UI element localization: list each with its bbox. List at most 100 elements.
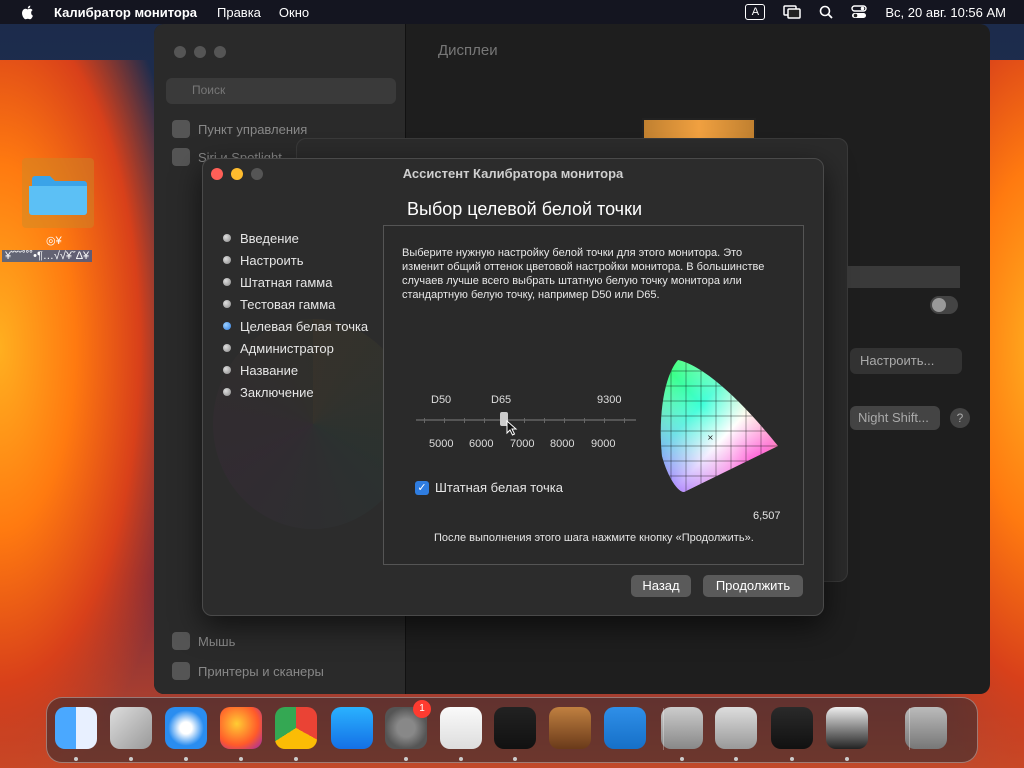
mouse-pointer-icon bbox=[506, 420, 518, 436]
dock bbox=[46, 697, 978, 763]
system-settings-badge: 1 bbox=[413, 700, 431, 718]
step-dot-icon bbox=[223, 256, 231, 264]
content-panel: Выберите нужную настройку белой точки дл… bbox=[383, 225, 804, 565]
trash-icon[interactable] bbox=[905, 707, 947, 749]
textedit-icon[interactable] bbox=[440, 707, 482, 749]
step-label: Тестовая гамма bbox=[240, 296, 336, 312]
activity-monitor-icon[interactable] bbox=[771, 707, 813, 749]
sidebar-item-label: Мышь bbox=[198, 633, 236, 649]
menu-clock[interactable]: Вс, 20 авг. 10:56 AM bbox=[885, 5, 1006, 20]
chromaticity-diagram: × bbox=[660, 360, 778, 492]
screen-mirroring-icon[interactable] bbox=[783, 5, 802, 19]
control-center-icon bbox=[172, 120, 190, 138]
menu-edit[interactable]: Правка bbox=[217, 5, 261, 20]
sidebar-item-mouse[interactable]: Мышь bbox=[172, 632, 235, 650]
step-label: Штатная гамма bbox=[240, 274, 333, 290]
chrome-icon[interactable] bbox=[275, 707, 317, 749]
active-step-dot-icon bbox=[223, 322, 231, 330]
step-item: Администратор bbox=[223, 337, 368, 359]
svg-text:×: × bbox=[707, 433, 714, 442]
settings-search-input[interactable]: Поиск bbox=[166, 78, 396, 104]
launchpad-icon[interactable] bbox=[110, 707, 152, 749]
slider-tick bbox=[464, 418, 465, 423]
step-title: Выбор целевой белой точки bbox=[407, 199, 642, 219]
input-source-indicator[interactable]: A bbox=[745, 4, 766, 20]
running-indicator bbox=[734, 757, 738, 761]
printer-icon bbox=[172, 662, 190, 680]
running-indicator bbox=[184, 757, 188, 761]
step-label: Настроить bbox=[240, 252, 304, 268]
vscode-icon[interactable] bbox=[604, 707, 646, 749]
finder-icon[interactable] bbox=[55, 707, 97, 749]
display-thumbnail[interactable] bbox=[642, 118, 756, 140]
help-button[interactable]: ? bbox=[950, 408, 970, 428]
native-white-point-label: Штатная белая точка bbox=[435, 480, 563, 495]
menu-app-name[interactable]: Калибратор монитора bbox=[54, 5, 197, 20]
step-label: Введение bbox=[240, 230, 299, 246]
desktop-folder-label-2: ¥˘˘˘˚˚˚•¶…√√¥ˇΔ¥ bbox=[2, 250, 93, 262]
back-button[interactable]: Назад bbox=[631, 575, 691, 597]
running-indicator bbox=[680, 757, 684, 761]
desktop-folder-label-1: ◎¥ bbox=[46, 235, 62, 247]
step-label: Заключение bbox=[240, 384, 314, 400]
continue-button[interactable]: Продолжить bbox=[703, 575, 803, 597]
menu-window[interactable]: Окно bbox=[279, 5, 309, 20]
night-shift-button[interactable]: Night Shift... bbox=[850, 406, 940, 430]
step-label: Администратор bbox=[240, 340, 334, 356]
running-indicator bbox=[790, 757, 794, 761]
spotlight-search-icon[interactable] bbox=[819, 5, 834, 19]
calibrator-titlebar: Ассистент Калибратора монитора bbox=[203, 159, 823, 189]
settings-window-controls bbox=[174, 46, 226, 58]
settings-toggle[interactable] bbox=[930, 296, 958, 314]
step-dot-icon bbox=[223, 388, 231, 396]
desktop-folder[interactable] bbox=[22, 158, 94, 228]
terminal-icon[interactable] bbox=[494, 707, 536, 749]
dock-separator bbox=[663, 708, 664, 750]
app-store-icon[interactable] bbox=[331, 707, 373, 749]
settings-field bbox=[844, 266, 960, 288]
settings-close-button[interactable] bbox=[174, 46, 186, 58]
safari-icon[interactable] bbox=[165, 707, 207, 749]
chrome-helper-icon[interactable] bbox=[826, 707, 868, 749]
apple-icon[interactable] bbox=[20, 4, 36, 20]
control-center-icon[interactable] bbox=[851, 5, 868, 19]
garageband-icon[interactable] bbox=[549, 707, 591, 749]
slider-value-7000: 7000 bbox=[510, 438, 535, 450]
step-dot-icon bbox=[223, 344, 231, 352]
native-white-point-checkbox[interactable]: ✓ bbox=[415, 481, 429, 495]
slider-tick bbox=[444, 418, 445, 423]
running-indicator bbox=[845, 757, 849, 761]
configure-popup-button[interactable]: Настроить... bbox=[850, 348, 962, 374]
sidebar-item-control-center[interactable]: Пункт управления bbox=[172, 120, 307, 138]
step-label: Название bbox=[240, 362, 299, 378]
step-label: Целевая белая точка bbox=[240, 318, 369, 334]
running-indicator bbox=[239, 757, 243, 761]
step-dot-icon bbox=[223, 300, 231, 308]
automator-icon[interactable] bbox=[715, 707, 757, 749]
slider-label-d65: D65 bbox=[491, 394, 512, 406]
running-indicator bbox=[459, 757, 463, 761]
disk-utility-icon[interactable] bbox=[661, 707, 703, 749]
running-indicator bbox=[74, 757, 78, 761]
slider-label-d50: D50 bbox=[431, 394, 452, 406]
white-point-slider-track[interactable] bbox=[416, 419, 636, 421]
dock-separator bbox=[909, 708, 910, 750]
running-indicator bbox=[513, 757, 517, 761]
sidebar-item-label: Принтеры и сканеры bbox=[198, 663, 324, 679]
slider-tick bbox=[544, 418, 545, 423]
menu-bar: Калибратор монитора Правка Окно A Вс, 20… bbox=[0, 0, 1024, 24]
white-point-value: 6,507 bbox=[753, 510, 781, 522]
settings-minimize-button[interactable] bbox=[194, 46, 206, 58]
step-item: Тестовая гамма bbox=[223, 293, 368, 315]
steps-list: Введение Настроить Штатная гамма Тестовая г… bbox=[223, 227, 368, 403]
step-item: Целевая белая точка bbox=[223, 315, 368, 337]
slider-value-8000: 8000 bbox=[550, 438, 575, 450]
calibrator-assistant-window: Ассистент Калибратора монитора Выбор цел… bbox=[202, 158, 824, 616]
firefox-icon[interactable] bbox=[220, 707, 262, 749]
siri-icon bbox=[172, 148, 190, 166]
slider-tick bbox=[564, 418, 565, 423]
sidebar-item-printers[interactable]: Принтеры и сканеры bbox=[172, 662, 324, 680]
running-indicator bbox=[294, 757, 298, 761]
settings-zoom-button[interactable] bbox=[214, 46, 226, 58]
slider-value-5000: 5000 bbox=[429, 438, 454, 450]
